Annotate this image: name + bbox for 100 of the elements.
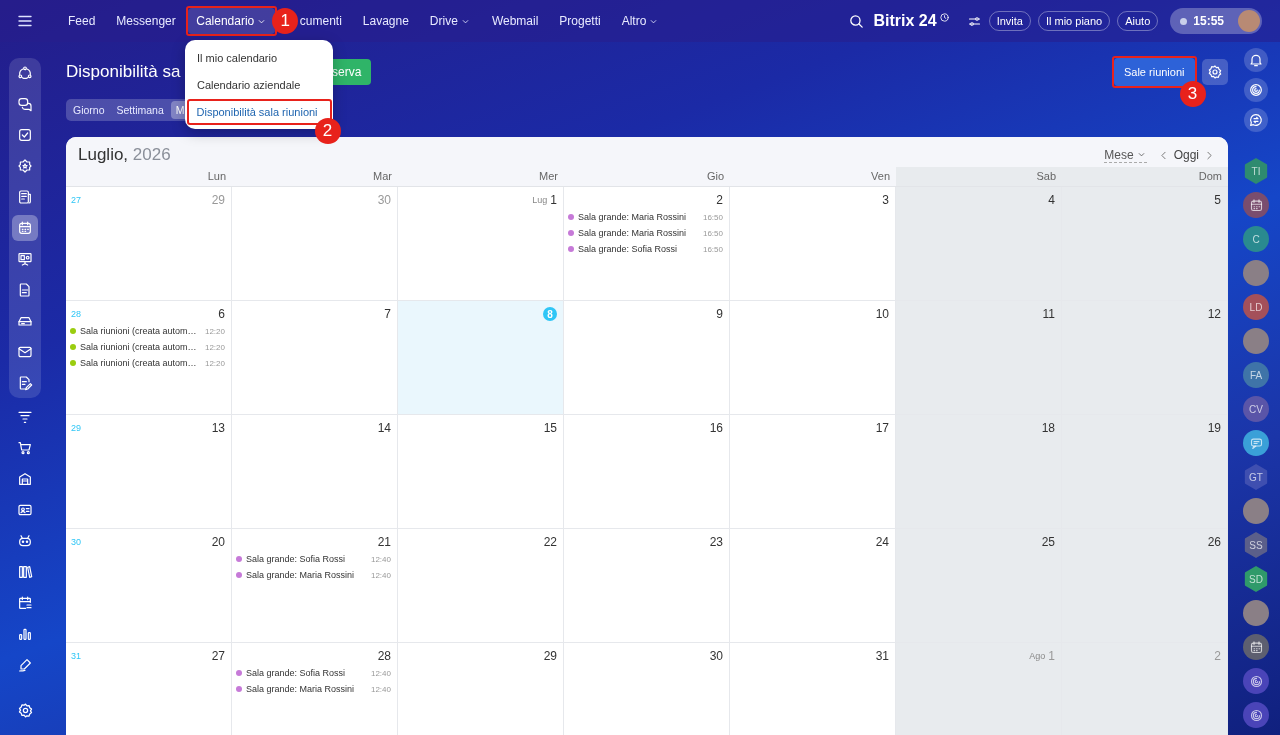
day-number: 2 — [1214, 649, 1221, 663]
day-number: 22 — [543, 535, 557, 549]
weekday-label: Lun — [206, 169, 227, 184]
hexagon-avatar[interactable]: SS — [1243, 532, 1269, 558]
meeting-rooms-button[interactable]: Sale riunioni — [1113, 58, 1195, 86]
event-time: 12:20 — [204, 358, 225, 368]
settings-button[interactable] — [1202, 59, 1228, 85]
day-cell[interactable]: 4 — [896, 187, 1062, 301]
page-title: Disponibilità sa — [66, 62, 182, 82]
view-tab[interactable]: Giorno — [68, 101, 110, 119]
day-cell[interactable]: 25 — [896, 529, 1062, 643]
chat-avatar[interactable] — [1243, 430, 1269, 456]
day-cell[interactable]: 24 — [730, 529, 896, 643]
day-cell[interactable]: 30 20 — [66, 529, 232, 643]
day-cell[interactable]: 18 — [896, 415, 1062, 529]
initials-avatar[interactable]: CV — [1243, 396, 1269, 422]
day-cell[interactable]: 17 — [730, 415, 896, 529]
day-cell[interactable]: 10 — [730, 301, 896, 415]
nav-link[interactable]: Messenger — [108, 8, 184, 34]
swirl-icon[interactable] — [1248, 82, 1264, 98]
event-time: 12:40 — [370, 570, 391, 580]
event-title[interactable]: Sala grande: Maria Rossini — [246, 570, 369, 580]
day-cell[interactable]: 14 — [232, 415, 398, 529]
view-tab[interactable]: Settimana — [111, 101, 169, 119]
swirl-avatar[interactable] — [1243, 668, 1269, 694]
day-number: 12 — [1207, 307, 1221, 321]
event-title[interactable]: Sala grande: Maria Rossini — [246, 684, 369, 694]
avatar[interactable] — [1243, 600, 1269, 626]
weekday-label: Sab — [896, 167, 1062, 186]
day-number: 2 — [716, 193, 723, 207]
day-cell[interactable]: 11 — [896, 301, 1062, 415]
chat-icon[interactable] — [1248, 112, 1264, 128]
nav-link[interactable]: Drive — [421, 8, 479, 34]
weekday-label: Mer — [538, 169, 559, 184]
day-number: 26 — [1207, 535, 1221, 549]
menu-item[interactable]: Disponibilità sala riunioni — [188, 100, 330, 123]
brand-logo: Bitrix 24 — [873, 12, 937, 30]
presentation-icon — [17, 251, 33, 267]
step-badge: 2 — [314, 117, 341, 144]
nav-link[interactable]: Calendario — [188, 8, 276, 34]
bell-icon[interactable] — [1248, 52, 1264, 68]
hexagon-avatar[interactable]: GT — [1243, 464, 1269, 490]
day-cell[interactable]: 7 — [232, 301, 398, 415]
day-cell[interactable]: 29 13 — [66, 415, 232, 529]
document-icon — [17, 282, 33, 298]
day-cell[interactable]: 26 — [1062, 529, 1228, 643]
day-cell[interactable]: 5 — [1062, 187, 1228, 301]
day-cell[interactable]: 21 Sala grande: Sofia Rossi 12:40 Sala grande: Maria Rossini 12:40 — [232, 529, 398, 643]
event-time: 12:20 — [204, 326, 225, 336]
day-cell[interactable]: 12 — [1062, 301, 1228, 415]
event-title[interactable]: Sala grande: Maria Rossini — [578, 228, 701, 238]
today-button[interactable]: Oggi — [1173, 148, 1199, 162]
clock-icon — [938, 11, 950, 23]
day-number: 24 — [875, 535, 889, 549]
event-time: 12:20 — [204, 342, 225, 352]
event-title[interactable]: Sala grande: Maria Rossini — [578, 212, 701, 222]
nav-link[interactable]: Feed — [60, 8, 104, 34]
day-cell[interactable]: 9 — [564, 301, 730, 415]
day-cell[interactable]: 28 6 Sala riunioni (creata autom… 12:20 Sala riunioni (creata autom… 12:20 Sala riunioni (creata autom… 12:20 — [66, 301, 232, 415]
event-title[interactable]: Sala riunioni (creata autom… — [80, 326, 203, 336]
settings-icon[interactable] — [16, 702, 34, 719]
week-number: 30 — [71, 537, 81, 547]
day-cell[interactable]: 2 Sala grande: Maria Rossini 16:50 Sala grande: Maria Rossini 16:50 Sala grande: Sofia Rossi 16:50 — [564, 187, 730, 301]
day-cell[interactable]: Lug 1 — [398, 187, 564, 301]
nav-link[interactable]: cumenti — [299, 8, 350, 34]
swirl-avatar[interactable] — [1243, 702, 1269, 728]
avatar[interactable] — [1243, 498, 1269, 524]
clock-pill[interactable]: 15:55 — [1170, 8, 1262, 34]
calendar-list-icon — [17, 595, 33, 611]
nav-link[interactable]: Progetti — [551, 8, 609, 34]
event-title[interactable]: Sala grande: Sofia Rossi — [246, 554, 369, 564]
sidebar-item[interactable] — [12, 215, 38, 241]
calendar-avatar[interactable] — [1243, 634, 1269, 660]
event-time: 12:40 — [370, 684, 391, 694]
day-cell[interactable]: 15 — [398, 415, 564, 529]
settings-icon — [1207, 64, 1223, 80]
day-cell[interactable]: 22 — [398, 529, 564, 643]
event-title[interactable]: Sala grande: Sofia Rossi — [578, 244, 701, 254]
day-cell[interactable]: 19 — [1062, 415, 1228, 529]
weekday-label: Gio — [705, 169, 725, 184]
mail-icon — [17, 344, 33, 360]
event-title[interactable]: Sala riunioni (creata autom… — [80, 342, 203, 352]
day-number: 6 — [218, 307, 225, 321]
day-number: 5 — [1214, 193, 1221, 207]
event-title[interactable]: Sala riunioni (creata autom… — [80, 358, 203, 368]
day-cell[interactable]: 16 — [564, 415, 730, 529]
view-select[interactable]: Mese — [1104, 147, 1147, 163]
day-number: 13 — [211, 421, 225, 435]
nav-link[interactable]: Lavagne — [354, 8, 417, 34]
day-cell[interactable]: 3 — [730, 187, 896, 301]
event-title[interactable]: Sala grande: Sofia Rossi — [246, 668, 369, 678]
weekday-label: Dom — [1062, 167, 1228, 186]
event-time: 12:40 — [370, 668, 391, 678]
search-icon[interactable] — [847, 12, 865, 30]
calendar-avatar[interactable] — [1243, 192, 1269, 218]
initials-avatar[interactable]: LD — [1243, 294, 1269, 320]
nav-link[interactable]: Altro — [613, 8, 668, 34]
avatar[interactable] — [1238, 10, 1260, 32]
day-cell[interactable]: 23 — [564, 529, 730, 643]
nav-link[interactable]: Webmail — [483, 8, 547, 34]
